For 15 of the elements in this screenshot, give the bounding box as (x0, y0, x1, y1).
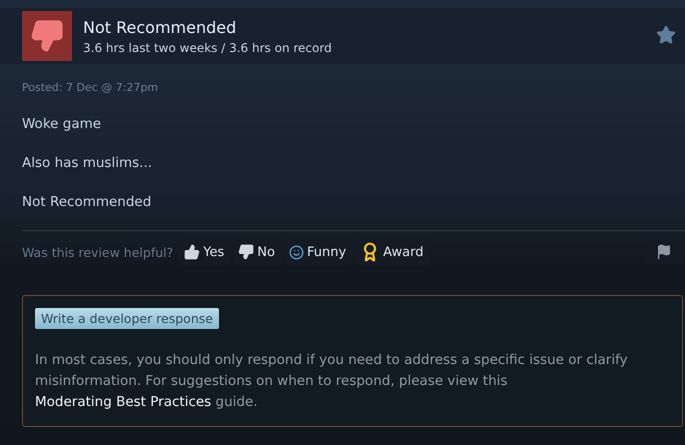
review-text: Not Recommended (22, 193, 152, 211)
guidance-text: In most cases, you should only respond if you need to address a specific issue or clarify misinformation. For suggestions on when to respond, please view this Moderating Best Practices guide. (35, 351, 629, 412)
review-text: Also has muslims... (22, 154, 154, 172)
review-text: Woke game (22, 115, 102, 133)
smiley-icon (288, 244, 304, 260)
playtime-text: 3.6 hrs last two weeks / 3.6 hrs on record (83, 40, 332, 54)
flag-icon (656, 244, 672, 260)
helpful-prompt: Was this review helpful? (22, 244, 174, 260)
thumbs-down-icon (238, 244, 254, 260)
posted-date: Posted: 7 Dec @ 7:27pm (22, 81, 160, 94)
guide-link[interactable]: Moderating Best Practices (35, 394, 212, 410)
star-icon[interactable] (656, 25, 676, 45)
write-response-button[interactable]: Write a developer response (35, 308, 219, 329)
review-verdict: Not Recommended (83, 18, 238, 36)
thumbs-up-icon (184, 244, 200, 260)
